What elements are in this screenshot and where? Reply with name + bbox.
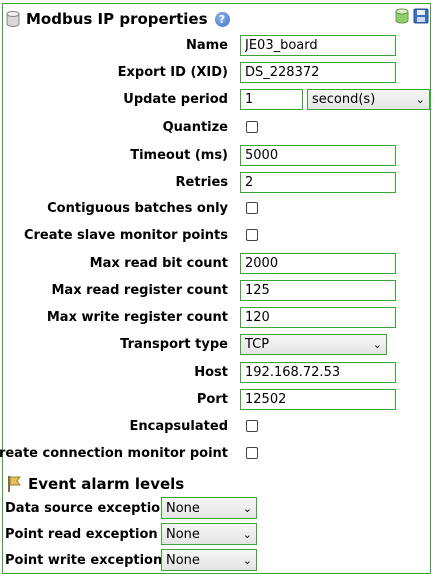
slave-monitor-checkbox[interactable] <box>246 229 258 241</box>
transport-select[interactable]: TCP ⌄ <box>240 334 387 355</box>
connection-monitor-checkbox[interactable] <box>246 447 258 459</box>
quantize-row: Quantize <box>0 117 435 139</box>
max-read-bit-row: Max read bit count <box>0 253 435 275</box>
chevron-down-icon: ⌄ <box>242 527 252 541</box>
timeout-label: Timeout (ms) <box>130 148 228 163</box>
connection-monitor-label: Create connection monitor point <box>0 446 228 461</box>
name-input[interactable] <box>240 35 396 56</box>
contiguous-label: Contiguous batches only <box>47 201 228 216</box>
slave-monitor-row: Create slave monitor points <box>0 225 435 247</box>
connection-monitor-row: Create connection monitor point <box>0 443 435 465</box>
update-period-input[interactable] <box>240 89 303 110</box>
quantize-checkbox[interactable] <box>246 121 258 133</box>
alarm-level-value: None <box>166 500 200 516</box>
host-label: Host <box>194 365 228 380</box>
chevron-down-icon: ⌄ <box>242 501 252 515</box>
retries-input[interactable] <box>240 172 396 193</box>
chevron-down-icon: ⌄ <box>242 553 252 567</box>
max-write-register-input[interactable] <box>240 307 396 328</box>
name-label: Name <box>185 38 228 53</box>
retries-label: Retries <box>175 175 228 190</box>
datasource-status-icon[interactable] <box>394 8 410 24</box>
alarm-level-value: None <box>166 552 200 568</box>
retries-row: Retries <box>0 172 435 194</box>
alarm-row: Point write exception None ⌄ <box>0 549 260 573</box>
flag-icon <box>8 476 21 492</box>
alarm-label: Data source exception <box>5 501 170 516</box>
host-input[interactable] <box>240 362 396 383</box>
update-period-label: Update period <box>123 92 228 107</box>
xid-input[interactable] <box>240 62 396 83</box>
panel-title: Modbus IP properties <box>26 10 208 28</box>
transport-label: Transport type <box>120 337 228 352</box>
quantize-label: Quantize <box>162 120 228 135</box>
contiguous-checkbox[interactable] <box>246 202 258 214</box>
alarm-label: Point read exception <box>5 527 158 542</box>
alarm-row: Data source exception None ⌄ <box>0 497 260 521</box>
encapsulated-row: Encapsulated <box>0 416 435 438</box>
alarm-level-select[interactable]: None ⌄ <box>161 497 257 519</box>
port-row: Port <box>0 389 435 411</box>
update-period-row: Update period second(s) ⌄ <box>0 89 435 111</box>
alarm-section-title: Event alarm levels <box>28 475 185 493</box>
alarm-label: Point write exception <box>5 553 163 568</box>
port-label: Port <box>196 392 228 407</box>
timeout-input[interactable] <box>240 145 396 166</box>
database-icon <box>6 11 20 27</box>
max-read-register-label: Max read register count <box>51 283 228 298</box>
transport-row: Transport type TCP ⌄ <box>0 334 435 356</box>
contiguous-row: Contiguous batches only <box>0 198 435 220</box>
xid-row: Export ID (XID) <box>0 62 435 84</box>
save-icon[interactable] <box>413 8 429 24</box>
alarm-row: Point read exception None ⌄ <box>0 523 260 547</box>
panel-header: Modbus IP properties ? <box>6 8 230 30</box>
alarm-section-header: Event alarm levels <box>6 473 184 495</box>
encapsulated-label: Encapsulated <box>129 419 228 434</box>
chevron-down-icon: ⌄ <box>372 338 382 351</box>
update-period-unit-value: second(s) <box>312 92 376 107</box>
header-toolbar <box>394 8 429 24</box>
max-write-register-row: Max write register count <box>0 307 435 329</box>
timeout-row: Timeout (ms) <box>0 145 435 167</box>
max-read-register-input[interactable] <box>240 280 396 301</box>
alarm-level-select[interactable]: None ⌄ <box>161 549 257 571</box>
transport-value: TCP <box>245 337 270 352</box>
host-row: Host <box>0 362 435 384</box>
max-read-bit-label: Max read bit count <box>89 256 228 271</box>
max-write-register-label: Max write register count <box>46 310 228 325</box>
max-read-bit-input[interactable] <box>240 253 396 274</box>
max-read-register-row: Max read register count <box>0 280 435 302</box>
name-row: Name <box>0 35 435 57</box>
xid-label: Export ID (XID) <box>117 65 228 80</box>
alarm-level-select[interactable]: None ⌄ <box>161 523 257 545</box>
update-period-unit-select[interactable]: second(s) ⌄ <box>307 89 430 110</box>
encapsulated-checkbox[interactable] <box>246 420 258 432</box>
port-input[interactable] <box>240 389 396 410</box>
chevron-down-icon: ⌄ <box>415 93 425 106</box>
help-icon[interactable]: ? <box>214 11 230 27</box>
alarm-level-value: None <box>166 526 200 542</box>
slave-monitor-label: Create slave monitor points <box>23 228 228 243</box>
